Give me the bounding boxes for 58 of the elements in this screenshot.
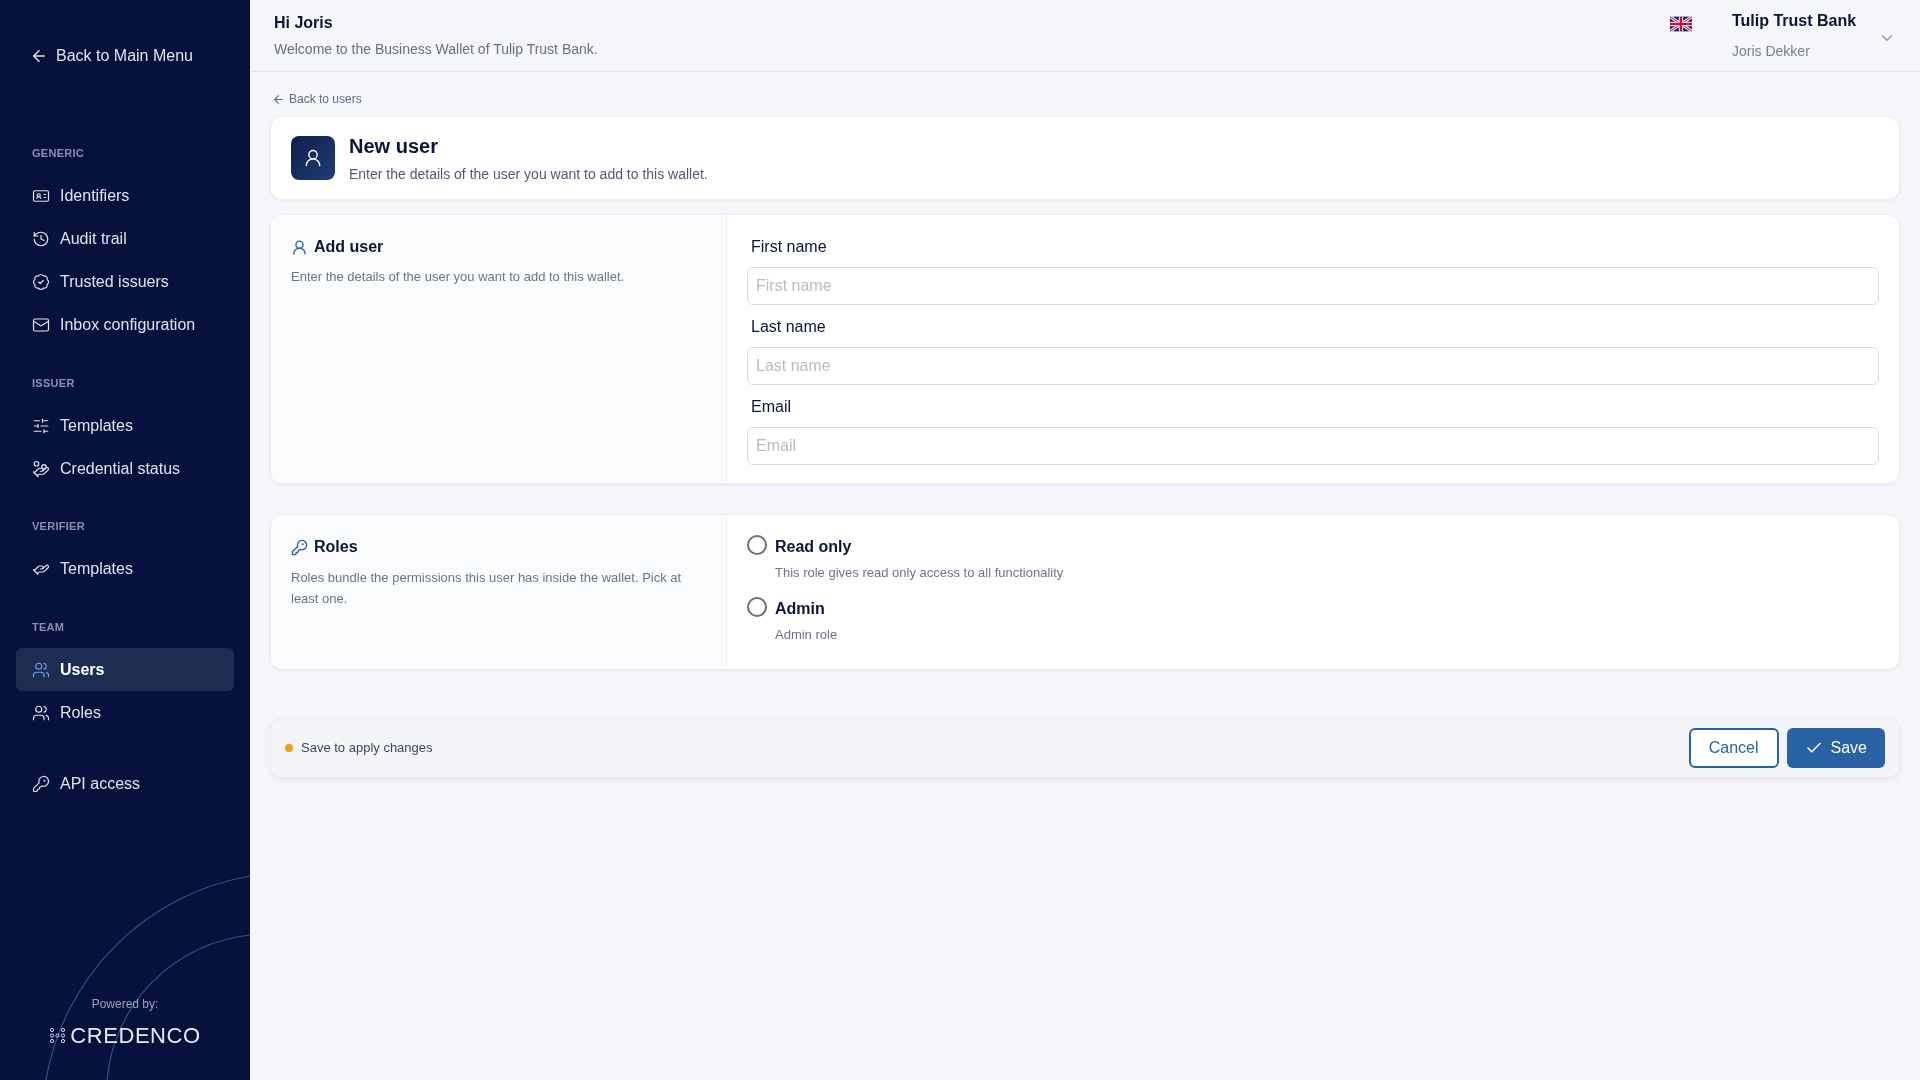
history-icon xyxy=(32,230,50,248)
sidebar-item[interactable]: API access xyxy=(16,762,234,805)
role-name: Read only xyxy=(775,537,853,557)
cancel-button[interactable]: Cancel xyxy=(1688,728,1779,768)
sidebar-item[interactable]: Trusted issuers xyxy=(16,260,234,304)
badge-check-icon xyxy=(32,273,50,291)
page-subtitle: Enter the details of the user you want to add to this wallet. xyxy=(349,165,708,184)
text-input[interactable]: Last name xyxy=(747,347,1879,385)
sidebar-item[interactable]: Roles xyxy=(16,691,234,734)
sidebar-item[interactable]: Templates xyxy=(16,547,234,591)
welcome-text: Welcome to the Business Wallet of Tulip Trust Bank. xyxy=(274,40,598,59)
section-description: Enter the details of the user you want to add to this wallet. xyxy=(291,268,626,286)
greeting: Hi Joris xyxy=(274,13,334,33)
field-label: First name xyxy=(751,237,828,257)
users-icon xyxy=(32,703,50,722)
mail-icon xyxy=(32,316,50,334)
back-to-users-link[interactable]: Back to users xyxy=(272,90,1900,108)
role-checkbox[interactable] xyxy=(747,596,767,617)
key-icon xyxy=(291,538,308,556)
sidebar-item[interactable]: Audit trail xyxy=(16,217,234,261)
section-label: TEAM xyxy=(32,619,66,635)
sliders-icon xyxy=(32,416,50,435)
field-label: Last name xyxy=(751,317,827,337)
hand-coins-icon xyxy=(32,459,50,478)
role-name: Admin xyxy=(775,598,826,619)
users-icon xyxy=(32,660,50,679)
role-description: Admin role xyxy=(775,625,838,644)
sidebar-item[interactable]: Users xyxy=(16,648,234,691)
section-label: ISSUER xyxy=(32,375,76,391)
network-logo-icon xyxy=(49,1027,67,1044)
section-label: GENERIC xyxy=(32,146,86,161)
page-title: New user xyxy=(349,134,439,159)
sidebar-item[interactable]: Inbox configuration xyxy=(16,303,234,347)
section-title: Roles xyxy=(314,537,358,557)
back-to-main-menu-link[interactable]: Back to Main Menu xyxy=(30,44,250,68)
status-text: Save to apply changes xyxy=(301,739,433,758)
arrow-left-icon xyxy=(272,92,285,106)
sidebar-item[interactable]: Credential status xyxy=(16,447,234,490)
sidebar-item[interactable]: Identifiers xyxy=(16,174,234,218)
user-avatar-icon xyxy=(291,136,335,180)
powered-by-label: Powered by: xyxy=(91,996,159,1013)
section-title: Add user xyxy=(314,237,384,257)
user-icon xyxy=(291,238,308,256)
brand-name: CREDENCO xyxy=(70,1022,201,1050)
sidebar-item[interactable]: Templates xyxy=(16,404,234,447)
role-description: This role gives read only access to all functionality xyxy=(775,564,1064,582)
key-icon xyxy=(32,774,50,793)
section-label: VERIFIER xyxy=(32,519,86,534)
uk-flag-icon xyxy=(1670,15,1692,32)
id-card-icon xyxy=(32,187,50,205)
text-input[interactable]: Email xyxy=(747,427,1879,465)
user-name: Joris Dekker xyxy=(1732,42,1811,61)
organization-name: Tulip Trust Bank xyxy=(1732,11,1858,31)
text-input[interactable]: First name xyxy=(747,267,1879,305)
role-checkbox[interactable] xyxy=(747,535,767,555)
field-label: Email xyxy=(751,397,792,417)
save-button[interactable]: Save xyxy=(1786,728,1885,768)
section-description: Roles bundle the permissions this user has inside the wallet. Pick at least one. xyxy=(291,569,683,608)
